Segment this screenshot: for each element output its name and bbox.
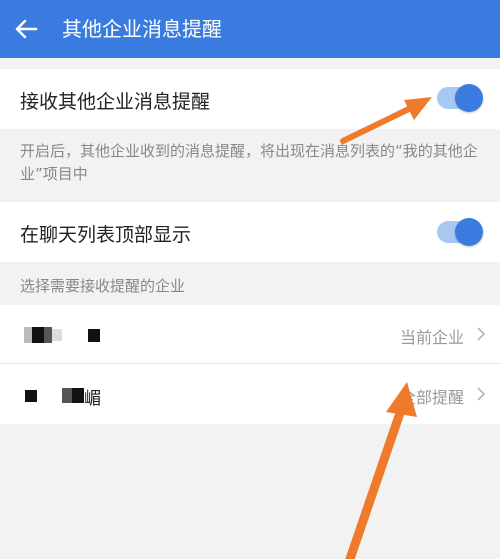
company-status: 当前企业 xyxy=(399,328,464,347)
chevron-right-icon xyxy=(477,387,486,401)
company-name-fragment: 嵋 xyxy=(84,389,101,409)
show-on-top-label: 在聊天列表顶部显示 xyxy=(20,224,192,246)
receive-reminder-toggle[interactable] xyxy=(437,84,483,112)
redacted-name-block xyxy=(24,327,32,343)
page-title: 其他企业消息提醒 xyxy=(62,17,222,41)
back-arrow-icon[interactable] xyxy=(14,19,38,39)
redacted-name-block xyxy=(72,388,84,403)
chevron-right-icon xyxy=(477,327,486,341)
company-status: 全部提醒 xyxy=(399,388,464,407)
receive-reminder-label: 接收其他企业消息提醒 xyxy=(20,91,211,113)
receive-reminder-description: 开启后，其他企业收到的消息提醒，将出现在消息列表的“我的其他企业”项目中 xyxy=(20,142,478,183)
toggle-knob xyxy=(455,218,483,246)
toggle-knob xyxy=(455,84,483,112)
company-item-all-reminders[interactable]: 嵋 全部提醒 xyxy=(0,364,500,424)
select-companies-label: 选择需要接收提醒的企业 xyxy=(20,277,186,295)
show-on-top-toggle[interactable] xyxy=(437,218,483,246)
app-header: 其他企业消息提醒 xyxy=(0,0,500,58)
redacted-name-block xyxy=(44,327,52,343)
receive-reminder-row: 接收其他企业消息提醒 xyxy=(0,69,500,129)
redacted-name-block xyxy=(62,388,72,403)
redacted-name-block xyxy=(32,327,44,343)
redacted-name-block xyxy=(88,329,100,342)
show-on-top-row: 在聊天列表顶部显示 xyxy=(0,202,500,262)
company-item-current[interactable]: 当前企业 xyxy=(0,305,500,363)
redacted-name-block xyxy=(25,390,37,402)
redacted-name-block xyxy=(52,329,62,341)
